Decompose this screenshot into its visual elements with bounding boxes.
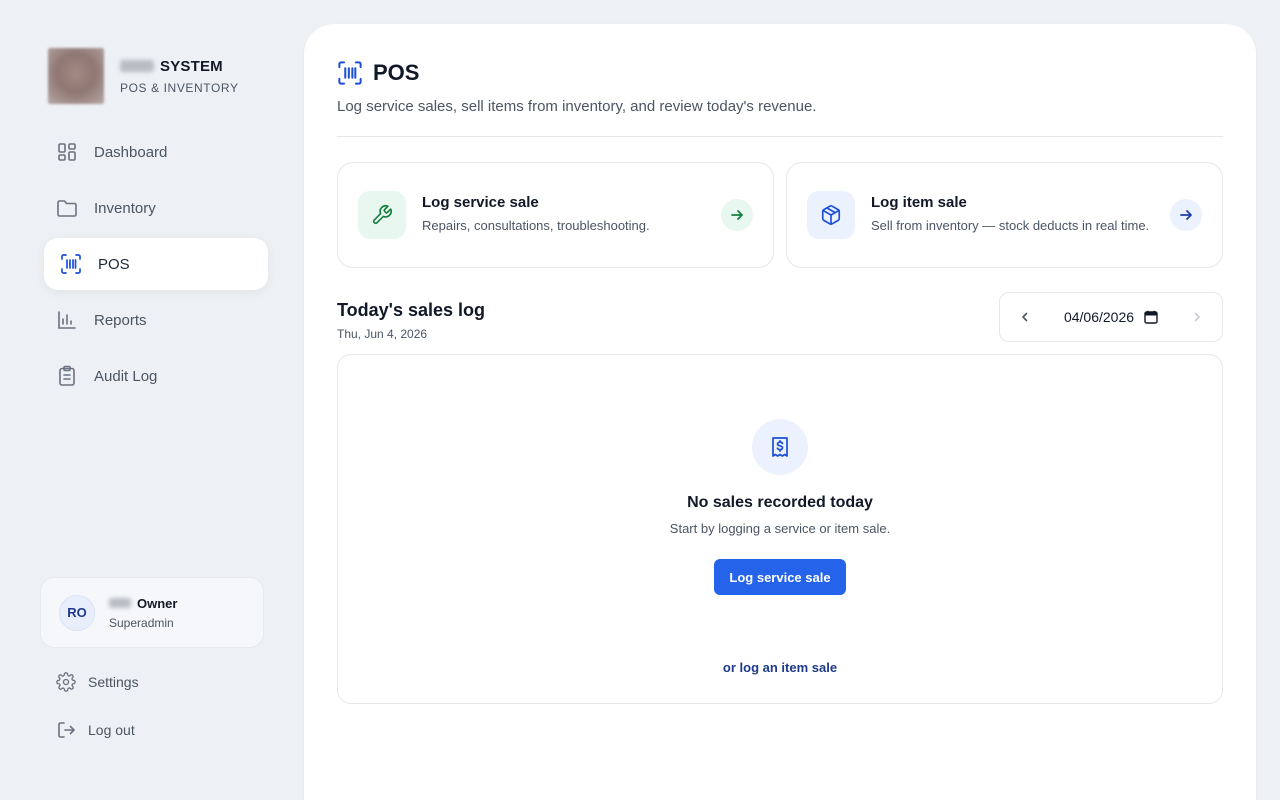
chevron-right-icon[interactable] xyxy=(1186,306,1208,328)
barcode-scan-icon xyxy=(60,253,82,275)
redacted-text xyxy=(109,598,131,608)
sidebar-item-dashboard[interactable]: Dashboard xyxy=(44,126,268,178)
sales-log-date: Thu, Jun 4, 2026 xyxy=(337,327,428,341)
action-description: Repairs, consultations, troubleshooting. xyxy=(422,218,650,233)
logout-label: Log out xyxy=(88,722,135,738)
sidebar-item-reports[interactable]: Reports xyxy=(44,294,268,346)
action-description: Sell from inventory — stock deducts in r… xyxy=(871,218,1150,233)
calendar-icon[interactable] xyxy=(1144,310,1158,324)
avatar: RO xyxy=(59,594,95,631)
brand-logo xyxy=(48,48,104,104)
divider xyxy=(337,136,1223,137)
gear-icon xyxy=(56,672,76,692)
sidebar-item-label: POS xyxy=(98,255,130,273)
settings-link[interactable]: Settings xyxy=(56,672,139,692)
sidebar-item-audit-log[interactable]: Audit Log xyxy=(44,350,268,402)
page-header: POS Log service sales, sell items from i… xyxy=(337,60,1223,115)
sidebar: SYSTEM POS & INVENTORY Dashboard Invento… xyxy=(0,0,290,800)
sidebar-item-inventory[interactable]: Inventory xyxy=(44,182,268,234)
wrench-icon xyxy=(358,191,406,239)
page-title: POS xyxy=(373,60,420,85)
sidebar-item-label: Reports xyxy=(94,311,147,329)
log-item-sale-card[interactable]: Log item sale Sell from inventory — stoc… xyxy=(786,162,1223,268)
receipt-icon xyxy=(752,419,808,475)
sidebar-item-label: Inventory xyxy=(94,199,156,217)
action-title: Log item sale xyxy=(871,194,967,211)
action-title: Log service sale xyxy=(422,194,539,211)
main-panel: POS Log service sales, sell items from i… xyxy=(304,24,1256,800)
sales-log-title: Today's sales log xyxy=(337,300,485,320)
brand-subtitle: POS & INVENTORY xyxy=(120,80,239,95)
chevron-left-icon[interactable] xyxy=(1014,306,1036,328)
arrow-right-icon[interactable] xyxy=(721,199,753,231)
arrow-right-icon[interactable] xyxy=(1170,199,1202,231)
sidebar-item-label: Audit Log xyxy=(94,367,158,385)
page-description: Log service sales, sell items from inven… xyxy=(337,98,817,115)
bar-chart-icon xyxy=(56,309,78,331)
logout-link[interactable]: Log out xyxy=(56,720,135,740)
date-input-value: 04/06/2026 xyxy=(1063,309,1135,325)
sidebar-nav: Dashboard Inventory POS Reports Audit Lo… xyxy=(44,126,268,406)
box-icon xyxy=(807,191,855,239)
log-item-sale-link[interactable]: or log an item sale xyxy=(338,660,1222,675)
brand: SYSTEM POS & INVENTORY xyxy=(48,48,239,104)
barcode-scan-icon xyxy=(337,60,363,86)
redacted-text xyxy=(120,60,154,72)
grid-icon xyxy=(56,141,78,163)
log-service-sale-button[interactable]: Log service sale xyxy=(714,559,846,595)
empty-state-subtitle: Start by logging a service or item sale. xyxy=(669,521,891,536)
user-name: Owner xyxy=(137,595,178,611)
sales-log-header: Today's sales log Thu, Jun 4, 2026 xyxy=(337,300,485,341)
date-picker: 04/06/2026 xyxy=(999,292,1223,342)
user-role: Superadmin xyxy=(109,615,174,630)
settings-label: Settings xyxy=(88,674,139,690)
empty-state-title: No sales recorded today xyxy=(687,494,873,511)
sidebar-item-pos[interactable]: POS xyxy=(44,238,268,290)
brand-title: SYSTEM xyxy=(160,57,223,75)
clipboard-icon xyxy=(56,365,78,387)
logout-icon xyxy=(56,720,76,740)
empty-state: No sales recorded today Start by logging… xyxy=(337,354,1223,704)
user-card[interactable]: RO Owner Superadmin xyxy=(40,577,264,648)
sidebar-item-label: Dashboard xyxy=(94,143,168,161)
log-service-sale-card[interactable]: Log service sale Repairs, consultations,… xyxy=(337,162,774,268)
folder-icon xyxy=(56,197,78,219)
date-input[interactable]: 04/06/2026 xyxy=(1064,309,1158,325)
